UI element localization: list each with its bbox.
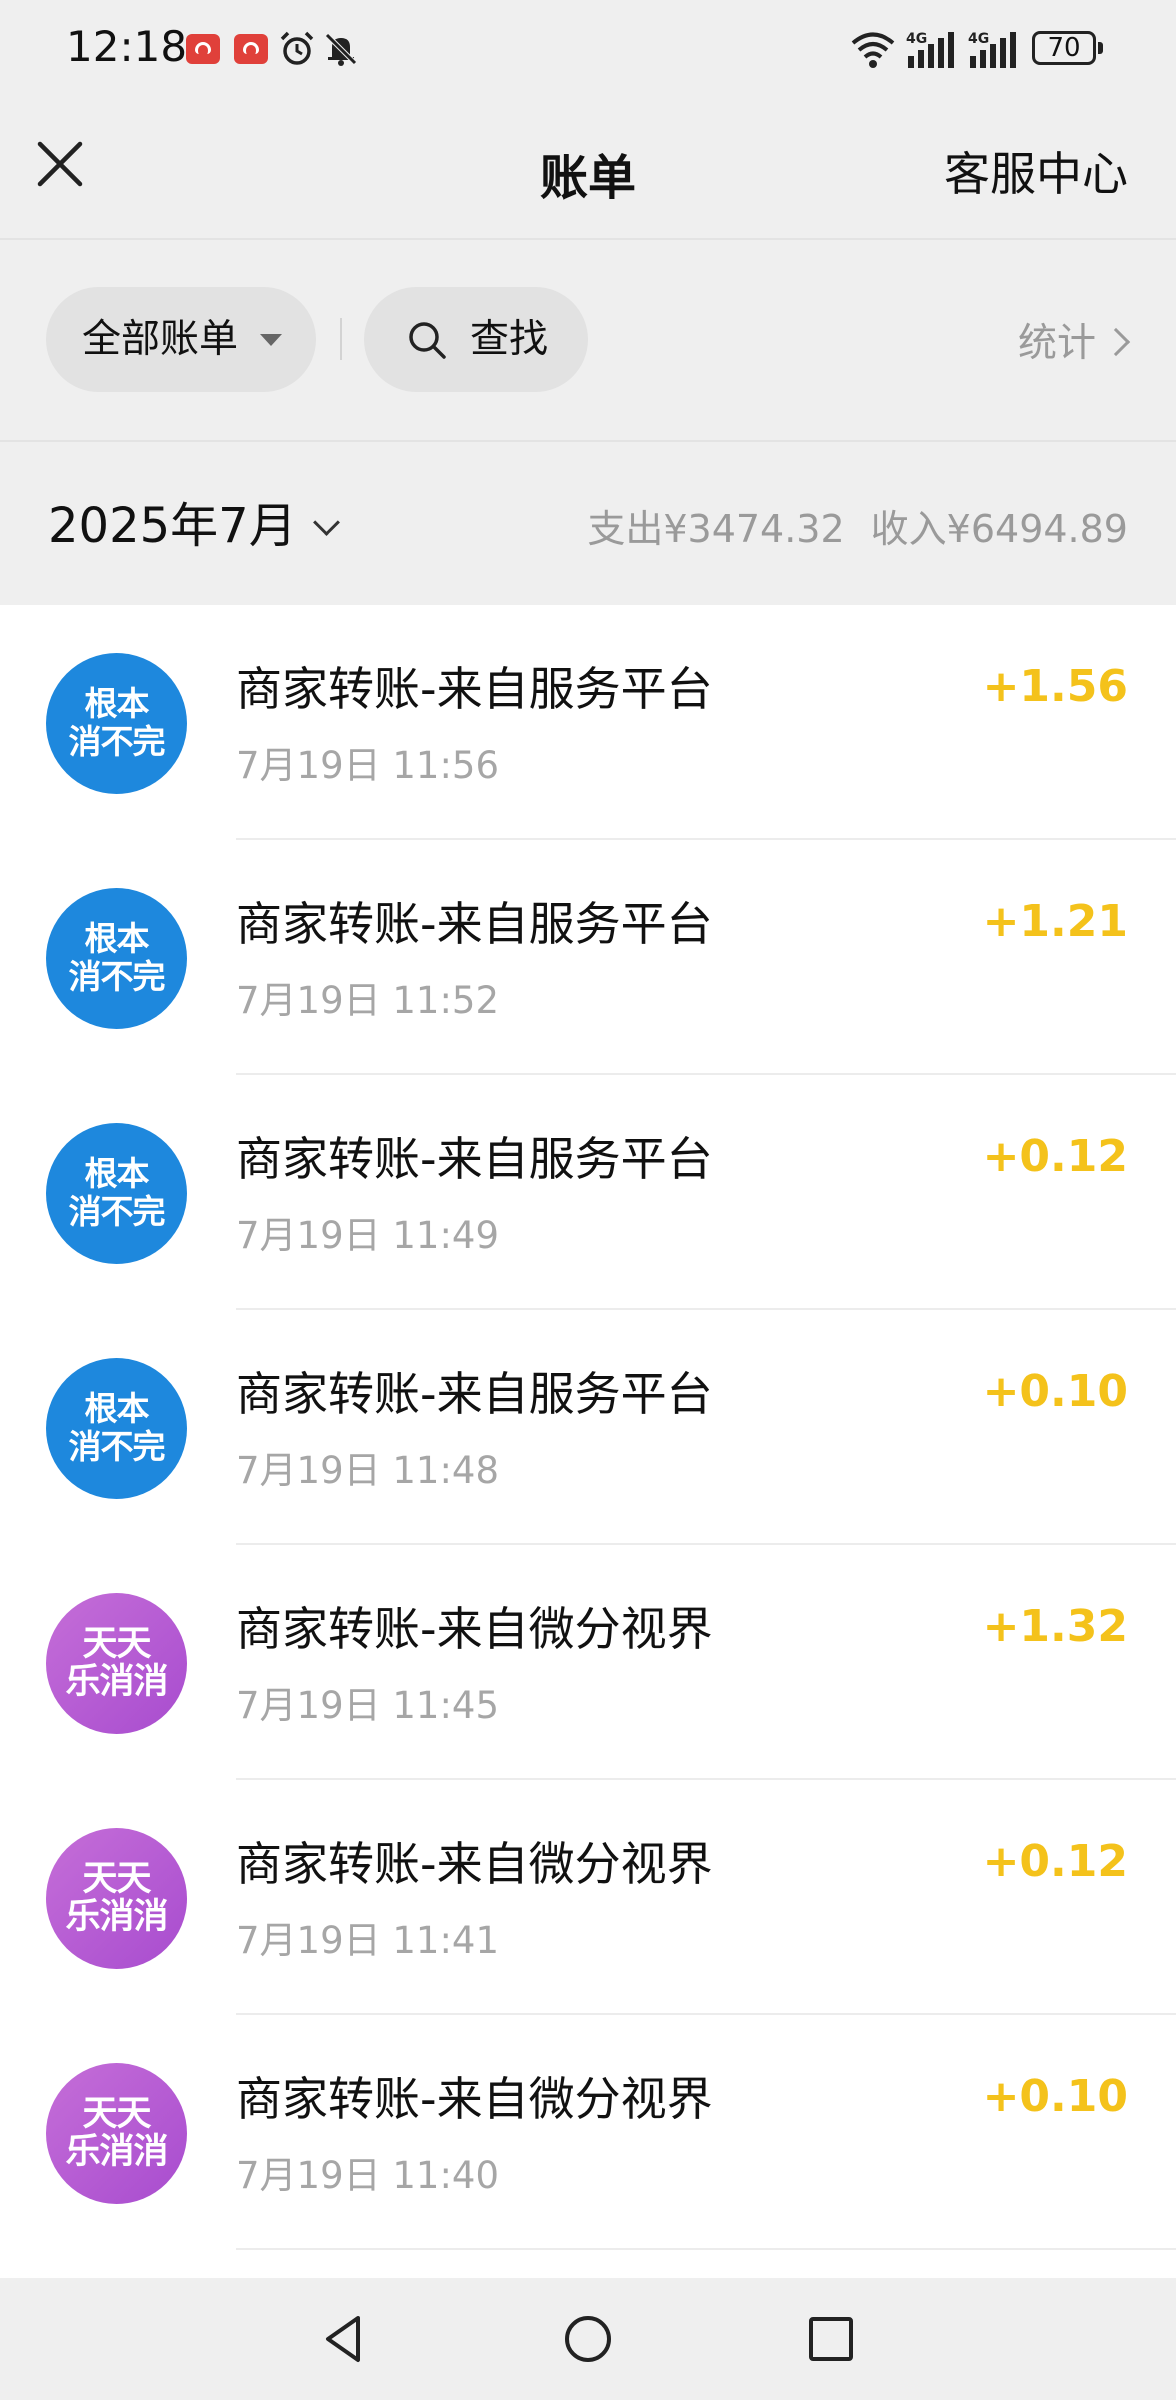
transaction-row[interactable]: 天天 乐消消 商家转账-来自微分视界 7月19日 11:41 +0.12 bbox=[0, 1780, 1176, 2015]
expense-total: 支出¥3474.32 bbox=[587, 507, 845, 551]
huawei-app-icon bbox=[186, 34, 220, 64]
income-total: 收入¥6494.89 bbox=[870, 507, 1128, 551]
signal-icon: 4G bbox=[968, 31, 1016, 68]
svg-text:4G: 4G bbox=[968, 31, 989, 47]
svg-text:4G: 4G bbox=[906, 31, 927, 47]
search-button[interactable]: 查找 bbox=[364, 287, 588, 392]
month-selector[interactable]: 2025年7月 bbox=[48, 486, 340, 556]
customer-service-link[interactable]: 客服中心 bbox=[944, 138, 1128, 204]
transaction-title: 商家转账-来自服务平台 bbox=[236, 662, 713, 716]
transaction-time: 7月19日 11:48 bbox=[236, 1449, 500, 1492]
back-icon[interactable] bbox=[310, 2306, 376, 2372]
merchant-avatar: 根本 消不完 bbox=[46, 1358, 187, 1499]
merchant-avatar: 根本 消不完 bbox=[46, 888, 187, 1029]
transaction-amount: +0.12 bbox=[982, 1131, 1128, 1182]
nav-bar: 账单 客服中心 bbox=[0, 100, 1176, 236]
transaction-row[interactable]: 根本 消不完 商家转账-来自服务平台 7月19日 11:48 +0.10 bbox=[0, 1310, 1176, 1545]
transaction-amount: +0.10 bbox=[982, 1366, 1128, 1417]
huawei-app-icon bbox=[234, 34, 268, 64]
transaction-amount: +1.56 bbox=[982, 661, 1128, 712]
month-totals: 支出¥3474.32 收入¥6494.89 bbox=[587, 498, 1128, 553]
merchant-avatar: 根本 消不完 bbox=[46, 1123, 187, 1264]
search-label: 查找 bbox=[470, 317, 549, 362]
caret-down-icon bbox=[260, 334, 282, 346]
merchant-avatar: 根本 消不完 bbox=[46, 653, 187, 794]
transaction-list: 根本 消不完 商家转账-来自服务平台 7月19日 11:56 +1.56 根本 … bbox=[0, 605, 1176, 2250]
transaction-time: 7月19日 11:41 bbox=[236, 1919, 500, 1962]
bell-off-icon bbox=[325, 33, 357, 66]
transaction-time: 7月19日 11:52 bbox=[236, 979, 500, 1022]
transaction-time: 7月19日 11:40 bbox=[236, 2154, 500, 2197]
stats-label: 统计 bbox=[1017, 321, 1096, 366]
alarm-icon bbox=[280, 31, 314, 65]
merchant-avatar: 天天 乐消消 bbox=[46, 2063, 187, 2204]
transaction-title: 商家转账-来自微分视界 bbox=[236, 1837, 713, 1891]
transaction-title: 商家转账-来自服务平台 bbox=[236, 897, 713, 951]
nav-divider bbox=[0, 238, 1176, 240]
chevron-right-icon bbox=[1101, 327, 1131, 357]
month-label: 2025年7月 bbox=[48, 498, 297, 554]
transaction-row[interactable]: 天天 乐消消 商家转账-来自微分视界 7月19日 11:45 +1.32 bbox=[0, 1545, 1176, 1780]
merchant-avatar: 天天 乐消消 bbox=[46, 1828, 187, 1969]
home-icon[interactable] bbox=[555, 2306, 621, 2372]
transaction-time: 7月19日 11:49 bbox=[236, 1214, 500, 1257]
status-bar: 12:18 4G 4G 70 bbox=[0, 0, 1176, 100]
battery-icon: 70 bbox=[1032, 31, 1096, 65]
transaction-row[interactable]: 天天 乐消消 商家转账-来自微分视界 7月19日 11:40 +0.10 bbox=[0, 2015, 1176, 2250]
all-bills-filter[interactable]: 全部账单 bbox=[46, 287, 316, 392]
signal-icon: 4G bbox=[906, 31, 954, 68]
transaction-row[interactable]: 根本 消不完 商家转账-来自服务平台 7月19日 11:56 +1.56 bbox=[0, 605, 1176, 840]
all-bills-label: 全部账单 bbox=[82, 317, 239, 362]
system-navigation-bar bbox=[0, 2278, 1176, 2400]
transaction-amount: +1.32 bbox=[982, 1601, 1128, 1652]
wifi-icon bbox=[851, 32, 895, 68]
recents-icon[interactable] bbox=[798, 2306, 864, 2372]
transaction-row[interactable]: 根本 消不完 商家转账-来自服务平台 7月19日 11:52 +1.21 bbox=[0, 840, 1176, 1075]
transaction-time: 7月19日 11:45 bbox=[236, 1684, 500, 1727]
battery-tip bbox=[1098, 42, 1103, 54]
transaction-amount: +0.12 bbox=[982, 1836, 1128, 1887]
stats-link[interactable]: 统计 bbox=[1017, 312, 1131, 368]
transaction-time: 7月19日 11:56 bbox=[236, 744, 500, 787]
transaction-row[interactable]: 根本 消不完 商家转账-来自服务平台 7月19日 11:49 +0.12 bbox=[0, 1075, 1176, 1310]
transaction-title: 商家转账-来自服务平台 bbox=[236, 1367, 713, 1421]
transaction-title: 商家转账-来自服务平台 bbox=[236, 1132, 713, 1186]
filter-separator bbox=[340, 318, 342, 360]
transaction-title: 商家转账-来自微分视界 bbox=[236, 2072, 713, 2126]
transaction-amount: +0.10 bbox=[982, 2071, 1128, 2122]
status-time: 12:18 bbox=[66, 22, 188, 71]
transaction-amount: +1.21 bbox=[982, 896, 1128, 947]
row-divider bbox=[236, 2248, 1176, 2250]
transaction-title: 商家转账-来自微分视界 bbox=[236, 1602, 713, 1656]
month-summary-row: 2025年7月 支出¥3474.32 收入¥6494.89 bbox=[0, 442, 1176, 605]
search-icon bbox=[409, 322, 446, 359]
merchant-avatar: 天天 乐消消 bbox=[46, 1593, 187, 1734]
chevron-down-icon bbox=[312, 509, 340, 536]
